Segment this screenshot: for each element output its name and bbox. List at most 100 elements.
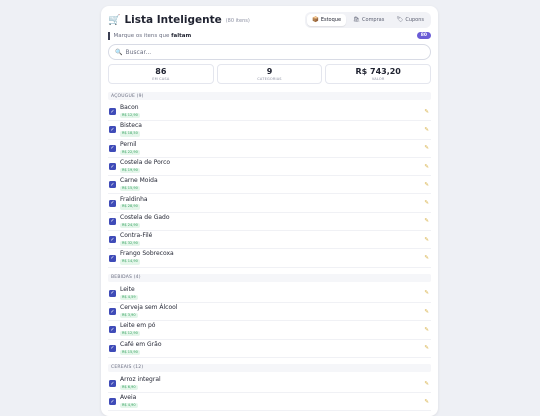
pencil-icon[interactable]: ✎ xyxy=(424,381,429,387)
search-box[interactable]: 🔍 xyxy=(108,44,431,60)
app-title: Lista Inteligente xyxy=(124,14,222,26)
item-name: Bacon xyxy=(120,104,139,112)
pencil-icon[interactable]: ✎ xyxy=(424,127,429,133)
item-info: Costela de Porco R$ 19,90 xyxy=(120,158,171,174)
item-name: Café em Grão xyxy=(120,340,162,348)
pencil-icon[interactable]: ✎ xyxy=(424,255,429,261)
price-badge: R$ 3,90 xyxy=(120,312,138,319)
item-checkbox[interactable]: ✓ xyxy=(109,308,116,316)
category-title: BEBIDAS (4) xyxy=(111,275,141,281)
pencil-icon[interactable]: ✎ xyxy=(424,327,429,333)
item-name: Carne Moida xyxy=(120,177,158,185)
item-info: Café em Grão R$ 15,90 xyxy=(120,340,162,355)
category-header[interactable]: AÇOUGUE (9) xyxy=(108,92,431,100)
item-checkbox[interactable]: ✓ xyxy=(109,289,116,297)
category-header[interactable]: BEBIDAS (4) xyxy=(108,273,431,282)
pencil-icon[interactable]: ✎ xyxy=(424,399,429,405)
item-checkbox[interactable]: ✓ xyxy=(109,181,116,189)
tab-compras[interactable]: 🛍 Compras xyxy=(348,14,389,26)
item-name: Arroz integral xyxy=(120,375,161,383)
category-header[interactable]: CEREAIS (12) xyxy=(108,363,431,372)
tab-estoque[interactable]: 📦 Estoque xyxy=(306,14,347,26)
item-info: Leite em pó R$ 12,90 xyxy=(120,322,156,337)
list-item: ✓ Carne Moida R$ 15,90 ✎ xyxy=(108,176,431,195)
hint-accent-bar xyxy=(108,31,110,40)
item-checkbox[interactable]: ✓ xyxy=(109,217,116,225)
cart-icon: 🛒 xyxy=(108,14,121,26)
item-info: Bisteca R$ 18,50 xyxy=(120,122,142,137)
item-info: Frango Sobrecoxa R$ 14,90 xyxy=(120,250,174,265)
item-name: Costela de Gado xyxy=(120,213,170,221)
price-badge: R$ 6,90 xyxy=(120,384,138,391)
item-checkbox[interactable]: ✓ xyxy=(109,108,116,116)
hint-row: Marque os itens que faltam 80 xyxy=(108,31,431,40)
item-checkbox[interactable]: ✓ xyxy=(109,236,116,244)
pencil-icon[interactable]: ✎ xyxy=(424,345,429,351)
pencil-icon[interactable]: ✎ xyxy=(424,145,429,151)
price-badge: R$ 22,90 xyxy=(120,149,140,155)
missing-count-badge: 80 xyxy=(416,32,431,39)
item-name: Leite xyxy=(120,285,135,293)
pencil-icon[interactable]: ✎ xyxy=(424,290,429,296)
price-badge: R$ 12,90 xyxy=(120,112,140,119)
stat-value: 86 xyxy=(155,66,167,76)
stat-label: EM CASA xyxy=(152,76,170,81)
price-badge: R$ 28,90 xyxy=(120,204,140,210)
list-item: ✓ Bacon R$ 12,90 ✎ xyxy=(108,103,431,122)
list-item: ✓ Fraldinha R$ 28,90 ✎ xyxy=(108,194,431,213)
item-name: Aveia xyxy=(120,394,137,402)
item-name: Cerveja sem Álcool xyxy=(120,304,178,312)
item-name: Bisteca xyxy=(120,122,142,130)
item-name: Costela de Porco xyxy=(120,158,171,166)
item-checkbox[interactable]: ✓ xyxy=(109,344,116,352)
item-name: Fraldinha xyxy=(120,195,148,203)
item-checkbox[interactable]: ✓ xyxy=(109,380,116,387)
category-title: CEREAIS (12) xyxy=(111,365,144,371)
price-badge: R$ 12,90 xyxy=(120,331,140,337)
hint-emphasis: faltam xyxy=(171,32,192,39)
price-badge: R$ 15,90 xyxy=(120,349,140,355)
stats-row: 86 EM CASA 9 CATEGORIAS R$ 743,20 VALOR xyxy=(108,64,432,84)
item-checkbox[interactable]: ✓ xyxy=(109,126,116,134)
item-name: Frango Sobrecoxa xyxy=(120,250,174,258)
price-badge: R$ 24,90 xyxy=(120,222,140,228)
category-title: AÇOUGUE (9) xyxy=(111,93,144,99)
list-item: ✓ Costela de Porco R$ 19,90 ✎ xyxy=(108,158,431,177)
list-item: ✓ Arroz integral R$ 6,90 ✎ xyxy=(108,375,431,394)
item-checkbox[interactable]: ✓ xyxy=(109,254,116,262)
pencil-icon[interactable]: ✎ xyxy=(424,218,429,224)
list-item: ✓ Costela de Gado R$ 24,90 ✎ xyxy=(108,213,431,232)
item-checkbox[interactable]: ✓ xyxy=(109,163,116,171)
pencil-icon[interactable]: ✎ xyxy=(424,164,429,170)
pencil-icon[interactable]: ✎ xyxy=(424,309,429,315)
pencil-icon[interactable]: ✎ xyxy=(424,200,429,206)
item-checkbox[interactable]: ✓ xyxy=(109,199,116,207)
price-badge: R$ 18,50 xyxy=(120,131,140,137)
pencil-icon[interactable]: ✎ xyxy=(424,109,429,115)
item-name: Leite em pó xyxy=(120,322,156,330)
search-input[interactable] xyxy=(125,48,409,56)
price-badge: R$ 15,90 xyxy=(120,186,140,192)
price-badge: R$ 4,90 xyxy=(120,403,138,409)
category-spacer xyxy=(108,268,431,274)
item-info: Bacon R$ 12,90 xyxy=(120,104,140,119)
item-info: Aveia R$ 4,90 xyxy=(120,394,138,409)
price-badge: R$ 14,90 xyxy=(120,259,140,265)
item-checkbox[interactable]: ✓ xyxy=(109,144,116,152)
items-count: (80 itens) xyxy=(225,18,250,24)
search-icon: 🔍 xyxy=(115,48,123,56)
box-icon: 📦 xyxy=(311,17,319,23)
hint-prefix: Marque os itens que xyxy=(113,32,172,39)
pencil-icon[interactable]: ✎ xyxy=(424,182,429,188)
tab-cupons[interactable]: 🏷 Cupons xyxy=(391,14,429,26)
item-info: Leite R$ 4,59 xyxy=(120,285,138,300)
list-item: ✓ Leite em pó R$ 12,90 ✎ xyxy=(108,321,431,340)
pencil-icon[interactable]: ✎ xyxy=(424,237,429,243)
item-checkbox[interactable]: ✓ xyxy=(109,398,116,406)
list-item: ✓ Café em Grão R$ 15,90 ✎ xyxy=(108,340,431,358)
item-checkbox[interactable]: ✓ xyxy=(109,326,116,334)
shopping-bag-icon: 🛍 xyxy=(353,17,361,23)
stat-em-casa: 86 EM CASA xyxy=(108,64,214,84)
item-info: Carne Moida R$ 15,90 xyxy=(120,177,158,192)
item-list: AÇOUGUE (9) ✓ Bacon R$ 12,90 ✎ ✓ Bisteca R$ 18,… xyxy=(108,92,431,412)
